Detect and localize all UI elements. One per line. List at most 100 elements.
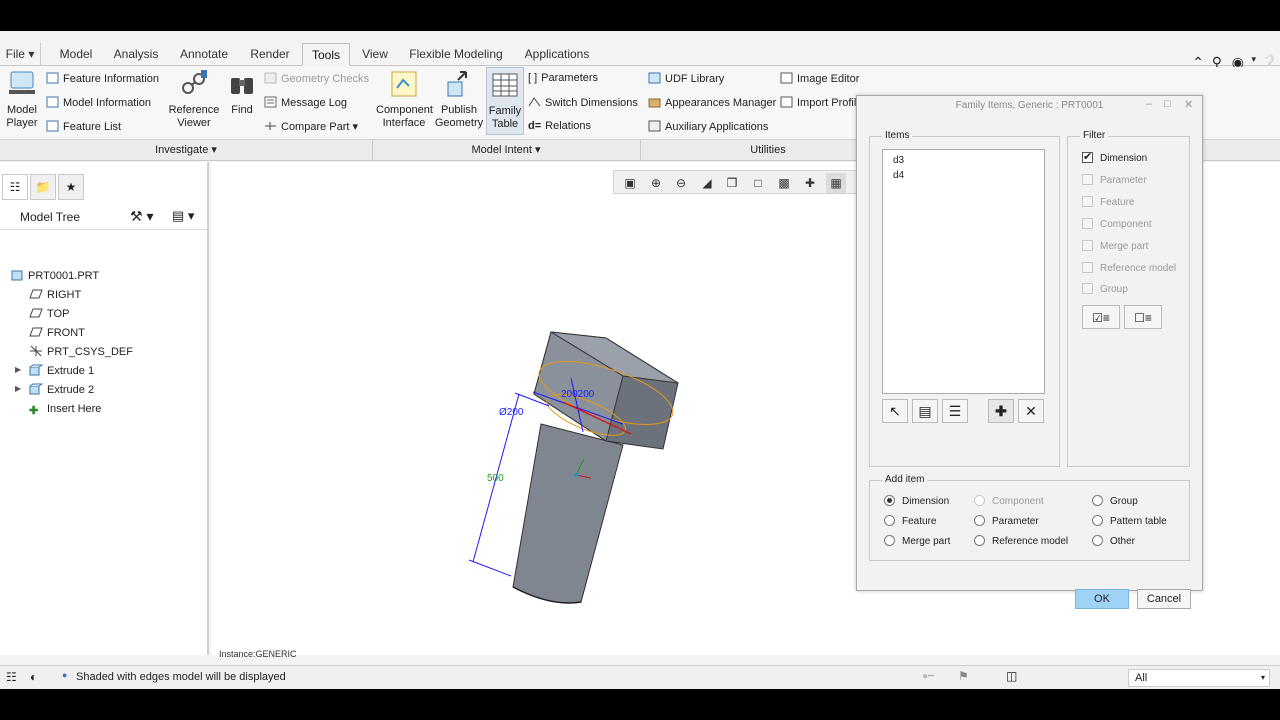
udf-library-icon	[648, 72, 661, 84]
find-icon[interactable]: ◫	[1006, 669, 1017, 683]
tree-item-extrude-1[interactable]: Extrude 1	[29, 363, 94, 379]
close-icon[interactable]: ✕	[1184, 98, 1193, 111]
tree-item-insert-here[interactable]: ✚ Insert Here	[29, 401, 101, 417]
tab-model[interactable]: Model	[50, 43, 102, 66]
folder-browser-tab-icon[interactable]: 📁	[30, 174, 56, 200]
model-information-button[interactable]: Model Information	[46, 96, 151, 109]
auxiliary-applications-button[interactable]: Auxiliary Applications	[648, 120, 768, 133]
tab-tools[interactable]: Tools	[302, 43, 350, 66]
udf-library-label: UDF Library	[665, 73, 725, 85]
list-item[interactable]: d3	[893, 155, 904, 166]
geometry-checks-button: Geometry Checks	[264, 72, 369, 85]
component-interface-icon	[391, 71, 417, 97]
tab-applications[interactable]: Applications	[516, 43, 598, 66]
tree-item-part[interactable]: PRT0001.PRT	[10, 268, 99, 284]
ok-button[interactable]: OK	[1075, 589, 1129, 609]
reference-viewer-label: Reference Viewer	[168, 104, 220, 129]
publish-geometry-button[interactable]: Publish Geometry	[434, 70, 484, 130]
tree-item-extrude-2[interactable]: Extrude 2	[29, 382, 94, 398]
list-item[interactable]: d4	[893, 170, 904, 181]
message-log-button[interactable]: Message Log	[264, 96, 347, 109]
tab-annotate[interactable]: Annotate	[172, 43, 236, 66]
switch-dimensions-button[interactable]: Switch Dimensions	[528, 96, 638, 109]
tab-view[interactable]: View	[354, 43, 396, 66]
radio-label: Parameter	[992, 516, 1039, 527]
feature-information-button[interactable]: Feature Information	[46, 72, 159, 85]
dimension-head[interactable]: 200200	[561, 389, 594, 400]
model-tree-tab-icon[interactable]: ☷	[2, 174, 28, 200]
uncheck-all-button[interactable]: ☐≡	[1124, 305, 1162, 329]
tree-item-top[interactable]: TOP	[29, 306, 69, 322]
tree-item-right[interactable]: RIGHT	[29, 287, 81, 303]
add-parameter-radio[interactable]: Parameter	[974, 515, 1039, 527]
selection-filter-select[interactable]: All ▾	[1128, 669, 1270, 687]
deselect-all-button[interactable]: ☰	[942, 399, 968, 423]
parameters-button[interactable]: [ ] Parameters	[528, 72, 598, 84]
radio-label: Reference model	[992, 536, 1069, 547]
reference-viewer-button[interactable]: Reference Viewer	[166, 70, 222, 130]
relations-button[interactable]: d= Relations	[528, 120, 591, 132]
family-table-button[interactable]: Family Table	[486, 67, 524, 135]
filter-dimension-checkbox[interactable]: Dimension	[1082, 150, 1147, 164]
appearances-manager-icon	[648, 98, 661, 108]
items-list[interactable]: d3 d4	[882, 149, 1045, 394]
minimize-icon[interactable]: –	[1146, 98, 1152, 110]
udf-library-button[interactable]: UDF Library	[648, 72, 724, 85]
add-item-button[interactable]: ✚	[988, 399, 1014, 423]
maximize-icon[interactable]: □	[1164, 98, 1171, 110]
tree-item-csys[interactable]: PRT_CSYS_DEF	[29, 344, 133, 360]
navigator-toggle-icon[interactable]: ☷	[6, 670, 17, 684]
check-all-button[interactable]: ☑≡	[1082, 305, 1120, 329]
tree-item-label: PRT_CSYS_DEF	[47, 346, 133, 358]
component-interface-button[interactable]: Component Interface	[376, 70, 433, 130]
image-editor-button[interactable]: Image Editor	[780, 72, 859, 85]
radio-circle	[884, 495, 895, 506]
info-icon	[46, 72, 59, 84]
favorites-tab-icon[interactable]: ★	[58, 174, 84, 200]
tab-flexible-modeling[interactable]: Flexible Modeling	[402, 43, 510, 66]
checkbox-box	[1082, 240, 1093, 251]
checkbox-box	[1082, 150, 1093, 163]
feature-list-button[interactable]: Feature List	[46, 120, 121, 133]
tab-file[interactable]: File ▾	[0, 43, 41, 66]
import-profile-button[interactable]: Import Profile	[780, 96, 862, 109]
chevron-down-icon[interactable]: ▾	[1251, 54, 1256, 65]
tree-settings-icon[interactable]: ⚒ ▾	[130, 208, 153, 225]
radio-label: Component	[992, 496, 1044, 507]
tree-columns-icon[interactable]: ▤ ▾	[172, 208, 194, 224]
group-investigate[interactable]: Investigate ▾	[0, 140, 372, 161]
cancel-button[interactable]: Cancel	[1137, 589, 1191, 609]
add-reference-model-radio[interactable]: Reference model	[974, 535, 1068, 547]
message-log-icon	[264, 96, 277, 108]
annotation-display-icon[interactable]: ▦	[826, 173, 846, 193]
tab-analysis[interactable]: Analysis	[106, 43, 166, 66]
expand-arrow-icon[interactable]: ▶	[15, 384, 21, 393]
expand-arrow-icon[interactable]: ▶	[15, 365, 21, 374]
select-all-button[interactable]: ▤	[912, 399, 938, 423]
add-other-radio[interactable]: Other	[1092, 535, 1135, 547]
group-model-intent[interactable]: Model Intent ▾	[372, 140, 640, 161]
checkbox-box	[1082, 283, 1093, 294]
tree-item-front[interactable]: FRONT	[29, 325, 85, 341]
add-merge-part-radio[interactable]: Merge part	[884, 535, 950, 547]
compare-part-button[interactable]: Compare Part ▾	[264, 120, 358, 133]
add-pattern-table-radio[interactable]: Pattern table	[1092, 515, 1167, 527]
find-button[interactable]: Find	[226, 70, 258, 117]
filter-parameter-checkbox: Parameter	[1082, 174, 1147, 186]
checkbox-label: Feature	[1100, 197, 1135, 208]
add-group-radio[interactable]: Group	[1092, 495, 1138, 507]
flag-icon[interactable]: ⚑	[958, 669, 969, 683]
dimension-diameter[interactable]: Ø200	[499, 407, 523, 418]
add-component-radio: Component	[974, 495, 1044, 507]
dimension-height[interactable]: 500	[487, 473, 504, 484]
add-dimension-radio[interactable]: Dimension	[884, 495, 949, 507]
model-player-button[interactable]: Model Player	[4, 70, 40, 130]
checkbox-box	[1082, 174, 1093, 185]
browser-toggle-icon[interactable]: ◐	[30, 670, 37, 684]
remove-item-button[interactable]: ✕	[1018, 399, 1044, 423]
tree-item-label: Extrude 1	[47, 365, 95, 377]
tab-render[interactable]: Render	[242, 43, 298, 66]
select-pointer-button[interactable]: ↖	[882, 399, 908, 423]
appearances-manager-button[interactable]: Appearances Manager	[648, 96, 776, 109]
add-feature-radio[interactable]: Feature	[884, 515, 936, 527]
